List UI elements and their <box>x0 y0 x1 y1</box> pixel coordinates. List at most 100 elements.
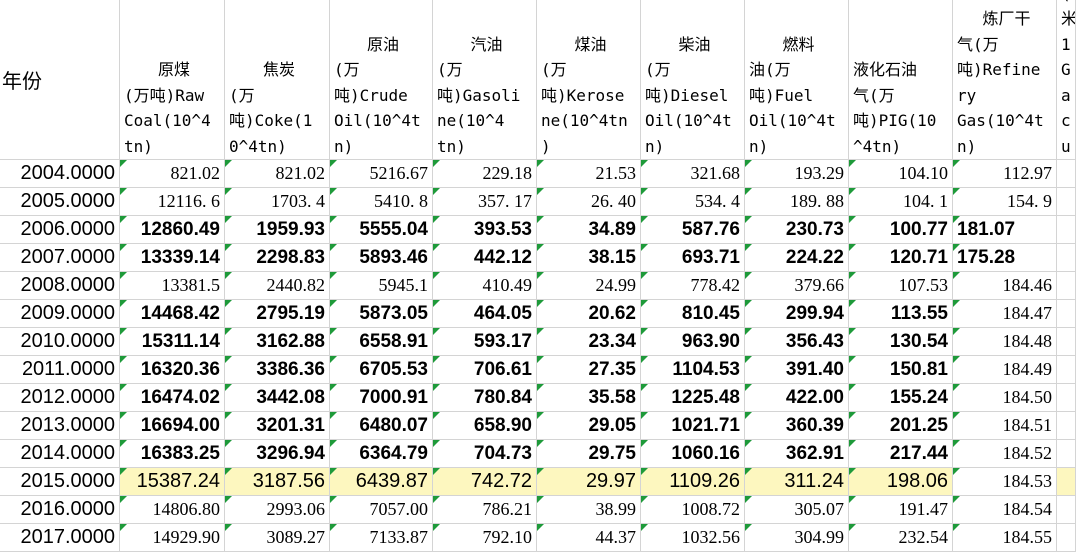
data-cell[interactable]: 3089.27 <box>225 524 330 552</box>
data-cell[interactable]: 154. 9 <box>953 188 1057 216</box>
year-cell[interactable]: 2010.0000 <box>0 328 120 356</box>
data-cell[interactable]: 184.53 <box>953 468 1057 496</box>
data-cell[interactable]: 356.43 <box>745 328 849 356</box>
column-header-9[interactable]: 炼厂干 气(万 吨)Refine ry Gas(10^4t n) <box>953 0 1057 160</box>
data-cell[interactable]: 3296.94 <box>225 440 330 468</box>
data-cell[interactable]: 810.45 <box>641 300 745 328</box>
data-cell[interactable]: 12116. 6 <box>120 188 225 216</box>
data-cell[interactable]: 27.35 <box>537 356 641 384</box>
data-cell[interactable]: 150.81 <box>849 356 953 384</box>
data-cell[interactable]: 1104.53 <box>641 356 745 384</box>
year-cell[interactable]: 2017.0000 <box>0 524 120 552</box>
data-cell[interactable] <box>1057 300 1076 328</box>
data-cell[interactable] <box>1057 272 1076 300</box>
column-header-8[interactable]: 液化石油 气(万 吨)PIG(10 ^4tn) <box>849 0 953 160</box>
data-cell[interactable]: 305.07 <box>745 496 849 524</box>
year-cell[interactable]: 2004.0000 <box>0 160 120 188</box>
data-cell[interactable]: 2993.06 <box>225 496 330 524</box>
data-cell[interactable]: 229.18 <box>433 160 537 188</box>
year-column-header[interactable]: 年份 <box>0 0 120 160</box>
data-cell[interactable]: 16383.25 <box>120 440 225 468</box>
year-cell[interactable]: 2014.0000 <box>0 440 120 468</box>
data-cell[interactable] <box>1057 216 1076 244</box>
data-cell[interactable]: 29.97 <box>537 468 641 496</box>
data-cell[interactable]: 184.49 <box>953 356 1057 384</box>
data-cell[interactable]: 100.77 <box>849 216 953 244</box>
data-cell[interactable]: 184.48 <box>953 328 1057 356</box>
data-cell[interactable]: 442.12 <box>433 244 537 272</box>
data-cell[interactable]: 230.73 <box>745 216 849 244</box>
column-header-2[interactable]: 焦炭 (万 吨)Coke(1 0^4tn) <box>225 0 330 160</box>
data-cell[interactable]: 16320.36 <box>120 356 225 384</box>
data-cell[interactable]: 24.99 <box>537 272 641 300</box>
data-cell[interactable]: 3442.08 <box>225 384 330 412</box>
data-cell[interactable]: 181.07 <box>953 216 1057 244</box>
year-cell[interactable]: 2013.0000 <box>0 412 120 440</box>
data-cell[interactable]: 44.37 <box>537 524 641 552</box>
data-cell[interactable]: 184.47 <box>953 300 1057 328</box>
data-cell[interactable]: 1021.71 <box>641 412 745 440</box>
data-cell[interactable]: 2440.82 <box>225 272 330 300</box>
data-cell[interactable]: 107.53 <box>849 272 953 300</box>
data-cell[interactable] <box>1057 524 1076 552</box>
data-cell[interactable]: 14468.42 <box>120 300 225 328</box>
data-cell[interactable]: 12860.49 <box>120 216 225 244</box>
data-cell[interactable]: 422.00 <box>745 384 849 412</box>
data-cell[interactable]: 2298.83 <box>225 244 330 272</box>
year-cell[interactable]: 2007.0000 <box>0 244 120 272</box>
data-cell[interactable]: 14929.90 <box>120 524 225 552</box>
column-header-3[interactable]: 原油 (万 吨)Crude Oil(10^4t n) <box>330 0 433 160</box>
year-cell[interactable]: 2005.0000 <box>0 188 120 216</box>
year-cell[interactable]: 2016.0000 <box>0 496 120 524</box>
column-header-5[interactable]: 煤油 (万 吨)Kerose ne(10^4tn) <box>537 0 641 160</box>
data-cell[interactable] <box>1057 188 1076 216</box>
data-cell[interactable]: 5893.46 <box>330 244 433 272</box>
data-cell[interactable]: 780.84 <box>433 384 537 412</box>
data-cell[interactable]: 1008.72 <box>641 496 745 524</box>
data-cell[interactable]: 5216.67 <box>330 160 433 188</box>
data-cell[interactable] <box>1057 356 1076 384</box>
column-header-1[interactable]: 原煤 (万吨)Raw Coal(10^4 tn) <box>120 0 225 160</box>
spreadsheet-grid[interactable]: 年份 原煤 (万吨)Raw Coal(10^4 tn) 焦炭 (万 吨)Coke(1 0^4… <box>0 0 1076 557</box>
data-cell[interactable]: 35.58 <box>537 384 641 412</box>
data-cell[interactable]: 184.51 <box>953 412 1057 440</box>
data-cell[interactable]: 104.10 <box>849 160 953 188</box>
data-cell[interactable] <box>1057 412 1076 440</box>
data-cell[interactable] <box>1057 244 1076 272</box>
data-cell[interactable] <box>1057 160 1076 188</box>
data-cell[interactable]: 6439.87 <box>330 468 433 496</box>
data-cell[interactable]: 410.49 <box>433 272 537 300</box>
data-cell[interactable]: 360.39 <box>745 412 849 440</box>
data-cell[interactable]: 786.21 <box>433 496 537 524</box>
column-header-4[interactable]: 汽油 (万 吨)Gasoli ne(10^4 tn) <box>433 0 537 160</box>
data-cell[interactable]: 217.44 <box>849 440 953 468</box>
data-cell[interactable]: 38.15 <box>537 244 641 272</box>
data-cell[interactable]: 704.73 <box>433 440 537 468</box>
data-cell[interactable]: 6558.91 <box>330 328 433 356</box>
data-cell[interactable]: 15387.24 <box>120 468 225 496</box>
data-cell[interactable]: 201.25 <box>849 412 953 440</box>
data-cell[interactable]: 593.17 <box>433 328 537 356</box>
data-cell[interactable]: 184.50 <box>953 384 1057 412</box>
data-cell[interactable]: 3187.56 <box>225 468 330 496</box>
data-cell[interactable] <box>1057 384 1076 412</box>
data-cell[interactable]: 742.72 <box>433 468 537 496</box>
data-cell[interactable] <box>1057 496 1076 524</box>
data-cell[interactable]: 7000.91 <box>330 384 433 412</box>
data-cell[interactable]: 189. 88 <box>745 188 849 216</box>
data-cell[interactable]: 5555.04 <box>330 216 433 244</box>
data-cell[interactable]: 14806.80 <box>120 496 225 524</box>
data-cell[interactable]: 34.89 <box>537 216 641 244</box>
data-cell[interactable]: 130.54 <box>849 328 953 356</box>
data-cell[interactable]: 7057.00 <box>330 496 433 524</box>
data-cell[interactable] <box>1057 328 1076 356</box>
data-cell[interactable]: 16694.00 <box>120 412 225 440</box>
data-cell[interactable]: 3162.88 <box>225 328 330 356</box>
data-cell[interactable]: 112.97 <box>953 160 1057 188</box>
data-cell[interactable]: 191.47 <box>849 496 953 524</box>
data-cell[interactable]: 1225.48 <box>641 384 745 412</box>
data-cell[interactable]: 1032.56 <box>641 524 745 552</box>
data-cell[interactable]: 6480.07 <box>330 412 433 440</box>
data-cell[interactable]: 224.22 <box>745 244 849 272</box>
data-cell[interactable]: 13381.5 <box>120 272 225 300</box>
